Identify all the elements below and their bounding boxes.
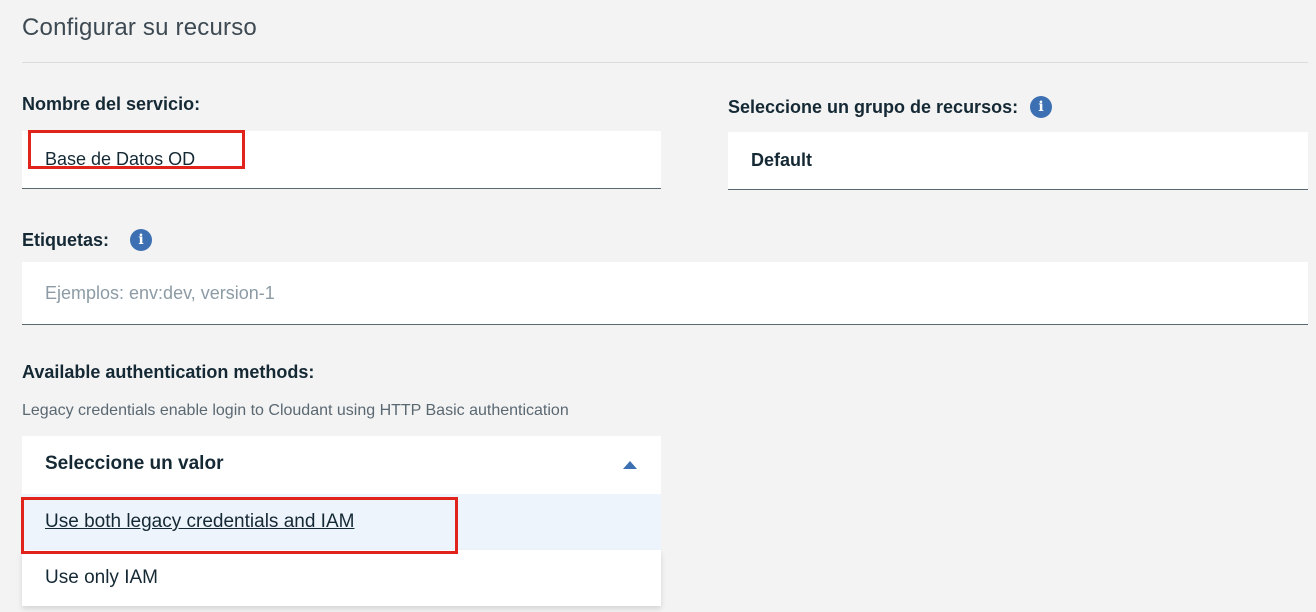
caret-up-icon[interactable] bbox=[623, 461, 637, 469]
tags-info-icon[interactable]: i bbox=[130, 229, 153, 251]
page-title: Configurar su recurso bbox=[22, 14, 257, 41]
tags-label-text: Etiquetas: bbox=[22, 229, 110, 250]
service-name-label: Nombre del servicio: bbox=[22, 94, 200, 115]
resource-group-select[interactable]: Default bbox=[728, 132, 1308, 190]
service-name-input[interactable]: Base de Datos OD bbox=[22, 131, 661, 189]
resource-group-value: Default bbox=[751, 150, 813, 170]
auth-option-iam-only[interactable]: Use only IAM bbox=[22, 550, 661, 606]
resource-group-label: Seleccione un grupo de recursos: i bbox=[728, 96, 1053, 118]
tags-placeholder: Ejemplos: env:dev, version-1 bbox=[45, 283, 275, 303]
title-divider bbox=[22, 62, 1308, 63]
auth-methods-select[interactable]: Seleccione un valor bbox=[22, 436, 661, 494]
auth-methods-helper-text: Legacy credentials enable login to Cloud… bbox=[22, 402, 569, 419]
auth-methods-label-text: Available authentication methods: bbox=[22, 362, 315, 382]
tags-input[interactable]: Ejemplos: env:dev, version-1 bbox=[22, 262, 1308, 325]
resource-group-label-text: Seleccione un grupo de recursos: bbox=[728, 96, 1019, 117]
auth-methods-select-value: Seleccione un valor bbox=[45, 453, 224, 474]
service-name-label-text: Nombre del servicio: bbox=[22, 94, 201, 114]
resource-group-info-icon[interactable]: i bbox=[1030, 96, 1053, 118]
auth-option-label: Use only IAM bbox=[45, 567, 158, 588]
auth-option-label: Use both legacy credentials and IAM bbox=[45, 511, 355, 532]
auth-methods-label: Available authentication methods: bbox=[22, 362, 314, 383]
tags-label: Etiquetas: i bbox=[22, 229, 153, 251]
service-name-value: Base de Datos OD bbox=[45, 149, 196, 169]
auth-option-legacy-and-iam[interactable]: Use both legacy credentials and IAM bbox=[22, 494, 661, 550]
